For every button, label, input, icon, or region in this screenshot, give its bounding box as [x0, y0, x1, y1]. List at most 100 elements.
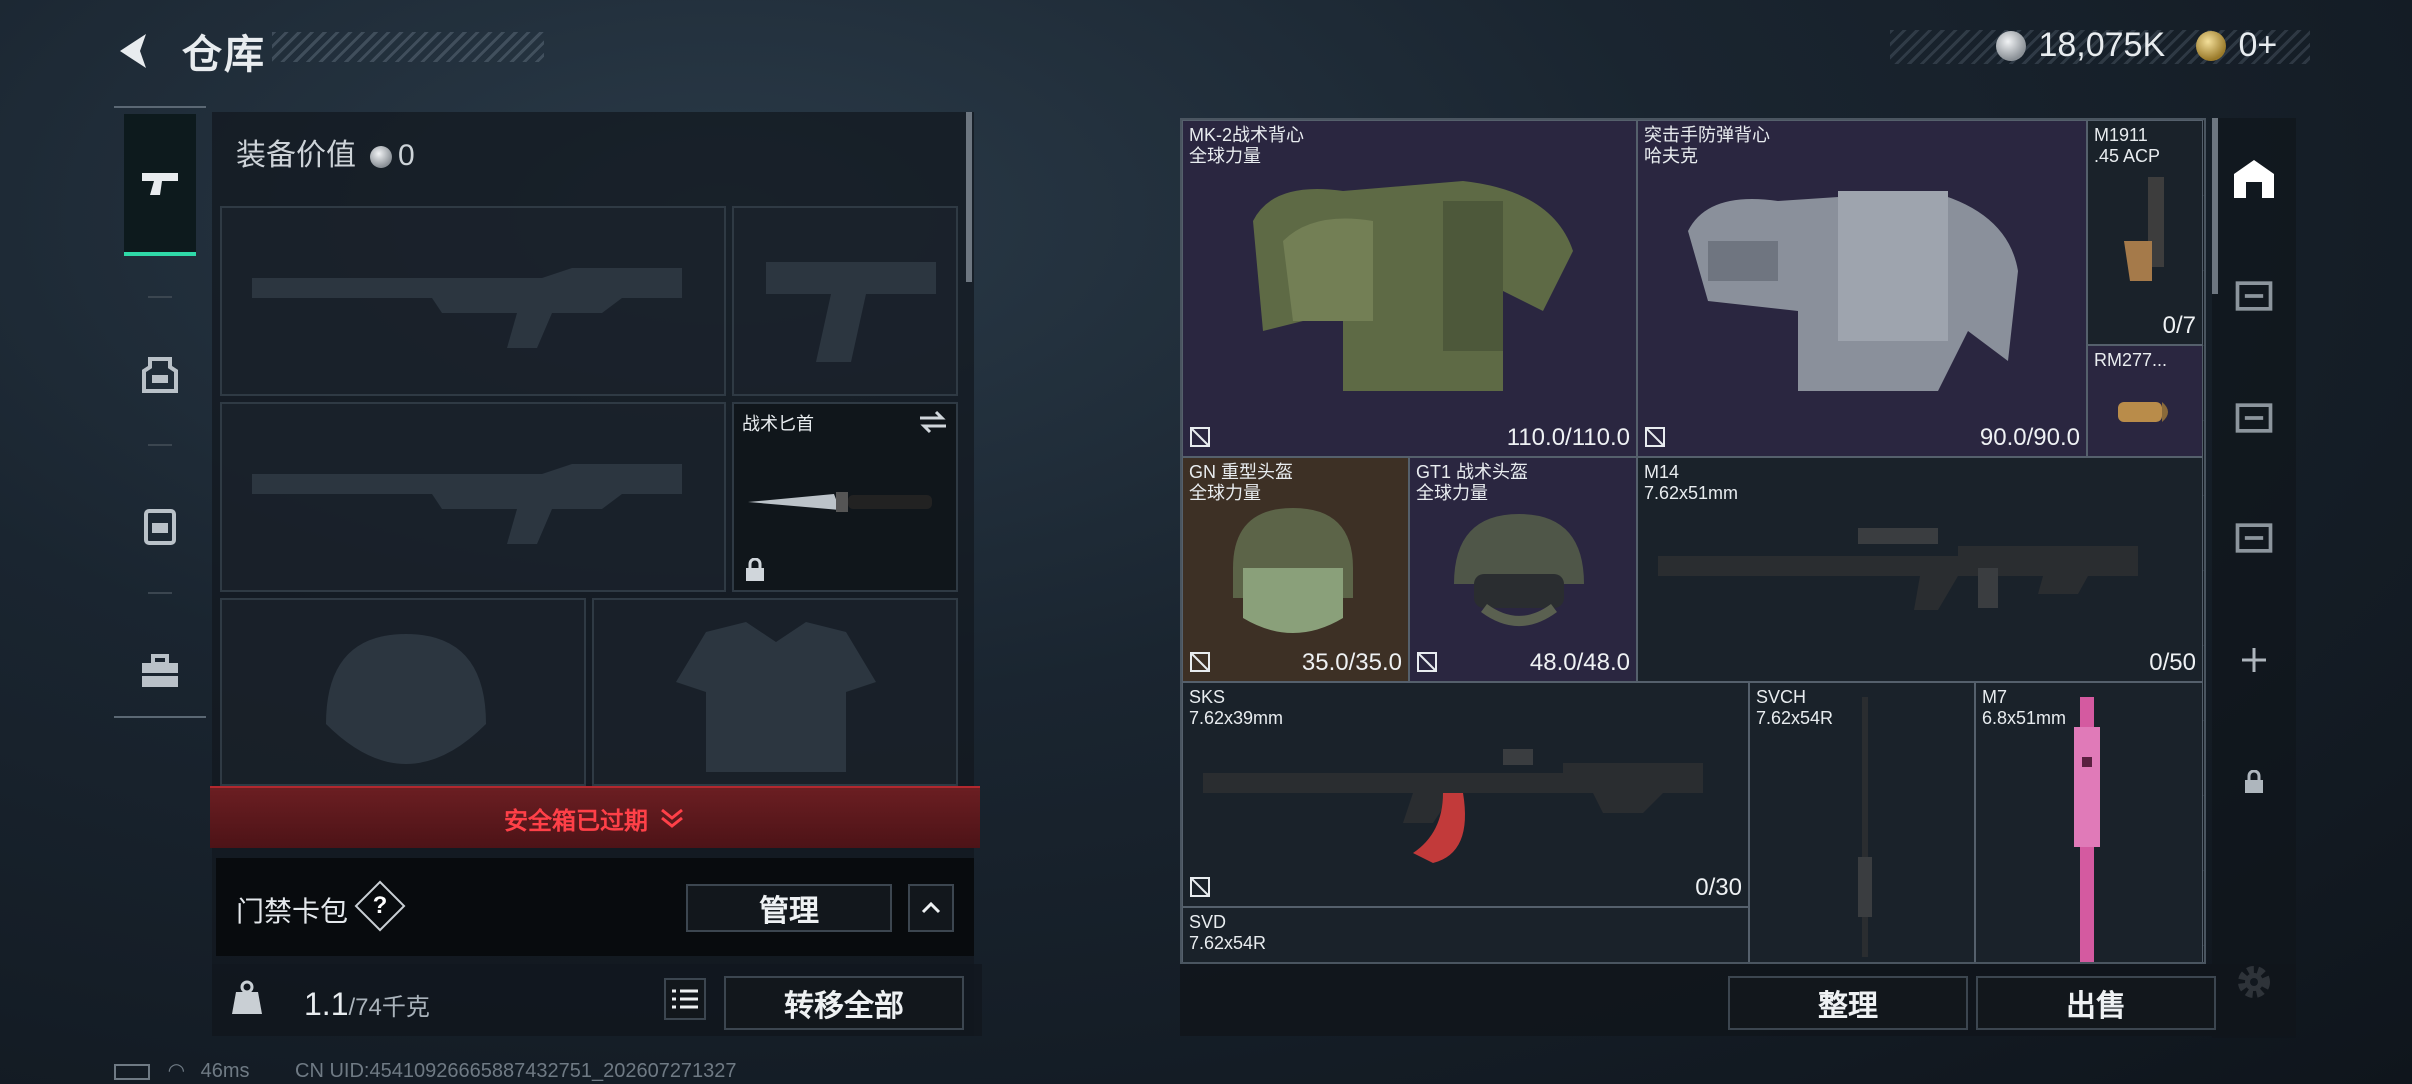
armor-vest-icon: [1688, 191, 2018, 391]
battery-icon: [114, 1063, 150, 1080]
swap-icon[interactable]: [918, 410, 948, 434]
manage-button[interactable]: 管理: [686, 884, 892, 932]
stash-page-icon: [2235, 281, 2273, 311]
transfer-all-button[interactable]: 转移全部: [724, 976, 964, 1030]
chevron-up-icon: [921, 901, 941, 914]
stash-page-icon: [2235, 403, 2273, 433]
melee-label: 战术匕首: [742, 414, 814, 434]
item-durability: 0/30: [1695, 874, 1742, 901]
collapse-button[interactable]: [908, 884, 954, 932]
stash-page-3[interactable]: [2226, 390, 2282, 446]
stash-page-main[interactable]: [2226, 150, 2282, 206]
uid-text: CN UID:45410926665887432751_202607271327: [295, 1060, 737, 1082]
list-icon: [672, 989, 698, 1009]
loadout-scrollbar[interactable]: [966, 112, 972, 282]
item-name: RM277...: [2094, 350, 2168, 370]
melee-slot[interactable]: 战术匕首: [732, 402, 958, 592]
item-durability: 35.0/35.0: [1301, 649, 1402, 676]
ammo-icon: [2118, 402, 2168, 422]
equip-value-amount: 0: [398, 139, 415, 172]
ping-text: 46ms: [200, 1060, 250, 1082]
pistol-silhouette-icon: [766, 262, 936, 362]
stash-page-4[interactable]: [2226, 510, 2282, 566]
sort-button[interactable]: 整理: [1728, 976, 1968, 1030]
pistol-icon: [142, 173, 178, 195]
pistol-icon: [2124, 177, 2164, 281]
stash-item-assault-vest[interactable]: 突击手防弹背心 哈夫克 90.0/90.0: [1637, 120, 2087, 457]
lock-icon: [2245, 770, 2263, 793]
carry-weight: 1.1/74千克: [304, 986, 430, 1023]
item-name: GT1 战术头盔 全球力量: [1416, 462, 1529, 503]
stash-item-mk2-vest[interactable]: MK-2战术背心 全球力量 110.0/110.0: [1182, 120, 1637, 457]
item-durability: 48.0/48.0: [1529, 649, 1630, 676]
no-insurance-icon: [1645, 427, 1665, 447]
item-durability: 0/50: [2149, 649, 2196, 676]
stash-item-sks[interactable]: SKS 7.62x39mm 0/30: [1182, 682, 1749, 907]
keycard-wallet-label: 门禁卡包: [236, 896, 349, 927]
add-stash-page-button[interactable]: [2226, 632, 2282, 688]
item-name: SVCH 7.62x54R: [1756, 687, 1834, 728]
stash-grid: MK-2战术背心 全球力量 110.0/110.0 突击手防弹背心 哈夫克 90…: [1180, 118, 2206, 964]
tab-divider: [148, 444, 172, 446]
silver-coin-icon: [370, 146, 392, 169]
list-view-button[interactable]: [664, 978, 706, 1020]
tab-divider: [148, 296, 172, 298]
equipment-value: 装备价值 0: [236, 130, 415, 174]
no-insurance-icon: [1190, 427, 1210, 447]
warehouse-icon: [2234, 160, 2274, 198]
sell-button[interactable]: 出售: [1976, 976, 2216, 1030]
loadout-category-tabs: [114, 106, 206, 718]
no-insurance-icon: [1190, 877, 1210, 897]
tab-chest-rig[interactable]: [124, 304, 196, 446]
stash-page-2[interactable]: [2226, 268, 2282, 324]
helmet-silhouette-icon: [326, 634, 486, 764]
stash-item-gn-heavy-helmet[interactable]: GN 重型头盔 全球力量 35.0/35.0: [1182, 457, 1409, 682]
stash-item-m7[interactable]: M7 6.8x51mm: [1975, 682, 2203, 962]
armor-silhouette-icon: [676, 622, 876, 772]
stash-page-icon: [2235, 523, 2273, 553]
chest-rig-icon: [142, 357, 178, 393]
sidearm-slot[interactable]: [732, 206, 958, 396]
stash-item-gt1-helmet[interactable]: GT1 战术头盔 全球力量 48.0/48.0: [1409, 457, 1637, 682]
tactical-vest-icon: [1253, 181, 1573, 391]
pink-rifle-icon: [2074, 697, 2100, 962]
stash-item-m14[interactable]: M14 7.62x51mm 0/50: [1637, 457, 2203, 682]
locked-stash-page[interactable]: [2226, 754, 2282, 810]
title-stripe-decoration: [272, 32, 544, 62]
silver-currency: 18,075K: [1996, 26, 2165, 65]
wifi-icon: ◠: [167, 1060, 186, 1082]
stash-item-rm277-ammo[interactable]: RM277...: [2087, 345, 2203, 457]
gold-currency[interactable]: 0+: [2196, 26, 2277, 65]
item-durability: 90.0/90.0: [1979, 424, 2080, 451]
stash-item-svd[interactable]: SVD 7.62x54R: [1182, 907, 1749, 962]
sks-rifle-icon: [1203, 749, 1703, 863]
primary-weapon-slot[interactable]: [220, 206, 726, 396]
item-name: M1911 .45 ACP: [2094, 125, 2161, 166]
item-durability: 110.0/110.0: [1506, 424, 1630, 451]
stash-scrollbar[interactable]: [2212, 118, 2218, 294]
chevron-down-icon: [661, 808, 683, 828]
secure-case-expired-banner[interactable]: 安全箱已过期: [210, 786, 980, 848]
secure-case-expired-text: 安全箱已过期: [504, 807, 648, 835]
stash-item-m1911[interactable]: M1911 .45 ACP 0/7: [2087, 120, 2203, 345]
status-bar: ◠ 46ms CN UID:45410926665887432751_20260…: [114, 1058, 737, 1083]
tab-secure-case[interactable]: [124, 600, 196, 742]
gold-coin-icon: [2196, 30, 2226, 61]
weight-capacity: /74千克: [348, 994, 430, 1021]
tab-weapons[interactable]: [124, 114, 196, 256]
plus-icon: [2242, 648, 2266, 672]
battle-rifle-icon: [1658, 528, 2138, 610]
gold-amount: 0+: [2238, 26, 2278, 64]
stash-item-svch[interactable]: SVCH 7.62x54R: [1749, 682, 1975, 962]
lock-icon: [746, 558, 764, 581]
briefcase-icon: [142, 654, 178, 687]
helmet-slot[interactable]: [220, 598, 586, 786]
tab-divider: [148, 592, 172, 594]
no-insurance-icon: [1190, 652, 1210, 672]
back-arrow-icon[interactable]: [112, 28, 158, 74]
item-durability: 0/7: [2162, 312, 2196, 339]
help-icon[interactable]: ?: [362, 888, 398, 924]
armor-slot[interactable]: [592, 598, 958, 786]
secondary-weapon-slot[interactable]: [220, 402, 726, 592]
tab-backpack[interactable]: [124, 454, 196, 596]
